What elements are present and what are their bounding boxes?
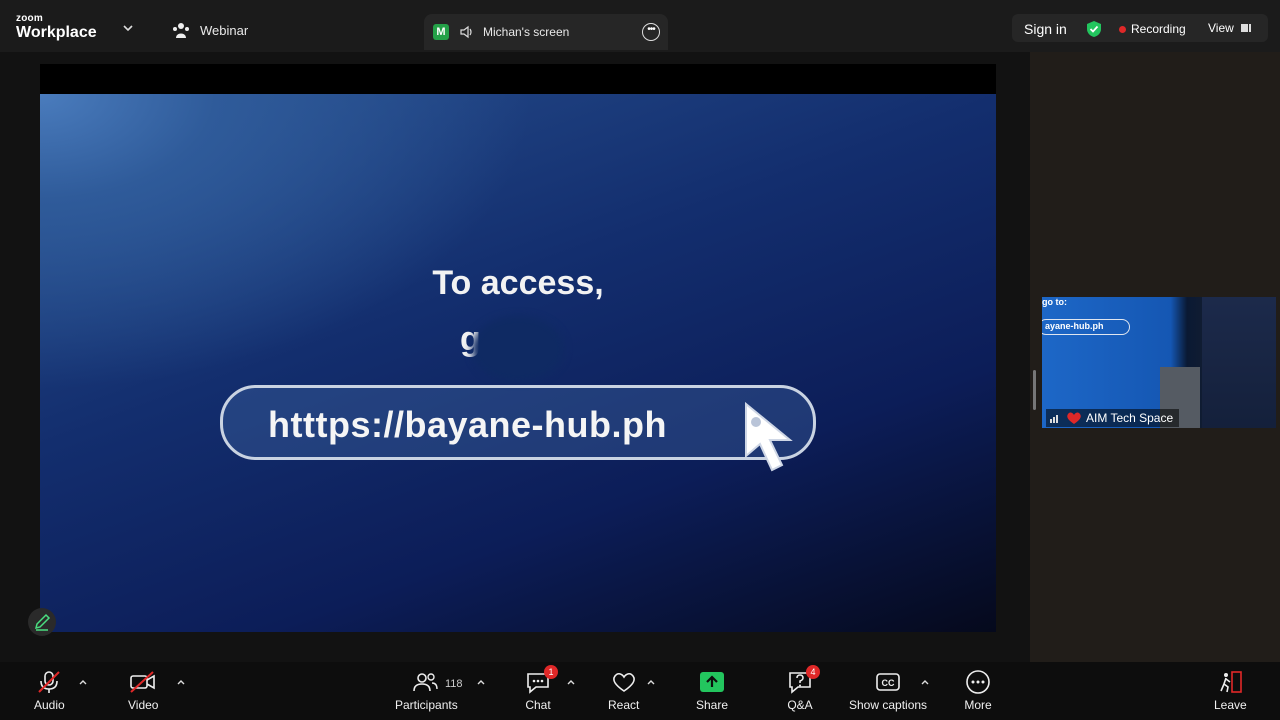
- thumb-url-text: ayane-hub.ph: [1042, 319, 1130, 335]
- participant-name: AIM Tech Space: [1086, 411, 1174, 425]
- recording-indicator[interactable]: Recording: [1119, 22, 1186, 36]
- brand-top: zoom: [16, 13, 43, 24]
- more-dots-icon: [966, 670, 990, 694]
- closed-captions-icon: CC: [876, 673, 900, 691]
- participant-label: AIM Tech Space: [1046, 409, 1180, 427]
- brand-bottom: Workplace: [16, 24, 97, 41]
- share-screen-icon: [700, 672, 725, 692]
- participants-label: Participants: [395, 698, 458, 712]
- recording-label: Recording: [1131, 22, 1186, 36]
- participants-caret-icon[interactable]: [476, 677, 486, 687]
- webinar-label: Webinar: [172, 22, 248, 38]
- pointer-cursor-icon: [745, 401, 793, 472]
- shared-slide: To access, g : htttps://bayane-hub.ph: [40, 94, 996, 632]
- top-bar: zoom Workplace Webinar M Michan's screen…: [0, 0, 1280, 52]
- thumb-goto-text: go to:: [1042, 297, 1067, 307]
- react-button[interactable]: React: [608, 670, 639, 712]
- screen-share-tab[interactable]: M Michan's screen •••: [424, 14, 668, 50]
- video-options-caret-icon[interactable]: [176, 677, 186, 687]
- recording-dot-icon: [1119, 25, 1126, 33]
- more-options-icon[interactable]: •••: [642, 23, 660, 41]
- webinar-icon: [173, 23, 189, 38]
- thumb-banner: [1202, 297, 1276, 428]
- audio-label: Audio: [34, 698, 65, 712]
- slide-url: htttps://bayane-hub.ph: [268, 404, 667, 445]
- chat-badge: 1: [544, 665, 558, 679]
- pencil-icon: [34, 613, 51, 631]
- heart-icon: [612, 672, 635, 692]
- sharer-avatar: M: [433, 24, 449, 40]
- captions-label: Show captions: [849, 698, 928, 712]
- slide-blur-blob: [472, 316, 564, 382]
- audio-button[interactable]: Audio: [34, 670, 65, 712]
- annotate-button[interactable]: [28, 608, 56, 636]
- audio-options-caret-icon[interactable]: [78, 677, 88, 687]
- sidebar-resize-handle[interactable]: [1033, 370, 1036, 410]
- more-label: More: [964, 698, 992, 712]
- more-button[interactable]: More: [964, 670, 992, 712]
- svg-text:CC: CC: [882, 678, 895, 688]
- qa-label: Q&A: [787, 698, 813, 712]
- chevron-down-icon[interactable]: [122, 22, 134, 34]
- heart-reaction-icon: [1067, 412, 1081, 424]
- view-button[interactable]: View: [1208, 21, 1252, 35]
- participants-count: 118: [445, 678, 463, 690]
- leave-door-icon: [1220, 671, 1243, 693]
- participant-video-tile[interactable]: go to: ayane-hub.ph AIM Tech Space: [1042, 297, 1276, 428]
- video-button[interactable]: Video: [128, 670, 158, 712]
- chat-icon-wrap: 1: [524, 665, 558, 694]
- slide-letterbox: [40, 64, 996, 94]
- meeting-toolbar: Audio Video Participants 118 1 Chat Reac…: [0, 662, 1280, 720]
- share-label: Share: [696, 698, 729, 712]
- speaker-icon: [460, 25, 472, 39]
- share-button[interactable]: Share: [696, 670, 728, 712]
- captions-caret-icon[interactable]: [920, 677, 930, 687]
- react-caret-icon[interactable]: [646, 677, 656, 687]
- leave-button[interactable]: Leave: [1214, 670, 1247, 712]
- leave-label: Leave: [1214, 698, 1247, 712]
- zoom-workplace-logo: zoom Workplace: [16, 14, 97, 41]
- view-layout-icon: [1240, 24, 1251, 32]
- top-right-controls: Sign in Recording View: [1012, 14, 1268, 42]
- qa-icon-wrap: 4: [786, 665, 820, 694]
- view-label: View: [1208, 21, 1234, 35]
- slide-heading: To access,: [432, 264, 604, 302]
- chat-label: Chat: [525, 698, 551, 712]
- captions-button[interactable]: CC Show captions: [849, 670, 927, 712]
- shield-check-icon[interactable]: [1086, 20, 1102, 38]
- react-label: React: [608, 698, 640, 712]
- url-pill: htttps://bayane-hub.ph: [220, 385, 816, 460]
- signal-bars-icon: [1050, 415, 1058, 423]
- sign-in-link[interactable]: Sign in: [1024, 21, 1067, 37]
- screen-owner-label: Michan's screen: [483, 25, 570, 39]
- meeting-type: Webinar: [200, 22, 249, 38]
- chat-caret-icon[interactable]: [566, 677, 576, 687]
- qa-button[interactable]: 4 Q&A: [786, 665, 820, 712]
- microphone-muted-icon: [38, 671, 61, 693]
- video-off-icon: [130, 671, 156, 693]
- participants-icon: [413, 673, 439, 692]
- chat-button[interactable]: 1 Chat: [524, 665, 558, 712]
- participants-button[interactable]: Participants: [395, 670, 458, 712]
- qa-badge: 4: [806, 665, 820, 679]
- video-label: Video: [128, 698, 159, 712]
